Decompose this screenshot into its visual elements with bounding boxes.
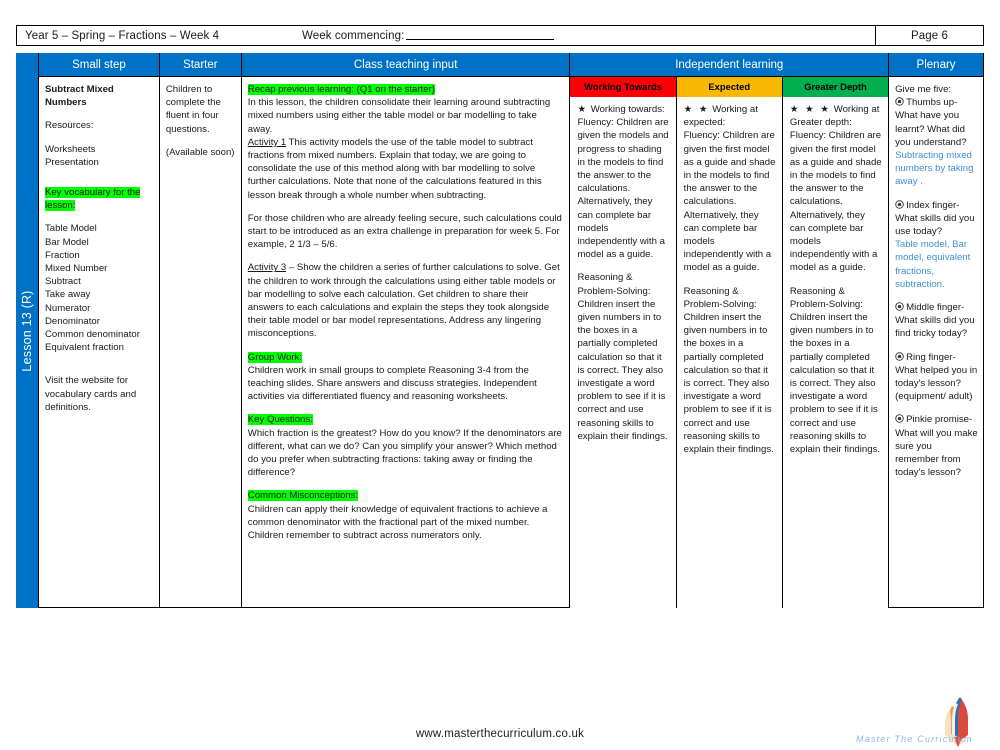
column-small-step: Small step Subtract Mixed Numbers Resour… <box>38 53 160 608</box>
activity-3-label: Activity 3 <box>247 262 287 274</box>
independent-expected: ★ ★ Working at expected: Fluency: Childr… <box>677 97 783 608</box>
plenary-answer: Table model, Bar model, equivalent fract… <box>895 239 971 290</box>
vocabulary-item: Common denominator <box>45 329 140 341</box>
brand-logo: Master The Curriculum <box>852 696 992 748</box>
independent-level-headers: Working Towards Expected Greater Depth <box>570 77 889 97</box>
week-commencing: Week commencing: <box>302 29 555 42</box>
vocabulary-item: Take away <box>45 289 91 301</box>
column-header-class-teaching-input: Class teaching input <box>241 53 570 77</box>
column-independent-learning: Independent learning Working Towards Exp… <box>570 53 890 608</box>
starter-text: Children to complete the fluent in four … <box>165 84 221 135</box>
working-towards-reasoning: Children insert the given numbers in to … <box>577 298 668 442</box>
working-towards-reasoning-heading: Reasoning & Problem-Solving: <box>577 272 651 297</box>
plenary-body: Give me five: Thumbs up- What have you l… <box>889 77 983 483</box>
expected-reasoning: Children insert the given numbers in to … <box>683 312 774 456</box>
document-meta-bar: Year 5 – Spring – Fractions – Week 4 Wee… <box>16 25 984 46</box>
level-header-working-towards: Working Towards <box>570 77 677 97</box>
lesson-plan-table: Lesson 13 (R) Small step Subtract Mixed … <box>16 53 984 608</box>
vocabulary-item: Numerator <box>45 302 91 314</box>
lesson-tab: Lesson 13 (R) <box>16 53 38 608</box>
key-vocabulary-heading: Key vocabulary for the lesson: <box>45 187 141 212</box>
greater-depth-reasoning-heading: Reasoning & Problem-Solving: <box>789 285 863 310</box>
lesson-plan-page: Year 5 – Spring – Fractions – Week 4 Wee… <box>0 0 1000 750</box>
vocabulary-item: Table Model <box>45 223 97 235</box>
greater-depth-fluency: Fluency: Children are given the first mo… <box>789 130 882 274</box>
hand-icon <box>895 351 904 361</box>
recap-heading: Recap previous learning: (Q1 on the star… <box>247 84 435 95</box>
column-plenary: Plenary Give me five: Thumbs up- What ha… <box>889 53 984 608</box>
level-header-greater-depth: Greater Depth <box>782 77 889 97</box>
hand-icon <box>895 414 904 424</box>
starter-availability: (Available soon) <box>165 146 235 158</box>
working-towards-heading: ★ Working towards: <box>577 104 665 115</box>
common-misconceptions-text: Children remember to subtract across num… <box>247 530 482 542</box>
small-step-footer-note: Visit the website for vocabulary cards a… <box>45 375 137 413</box>
key-questions-heading: Key Questions: <box>247 414 313 426</box>
plenary-item: Thumbs up- What have you learnt? What di… <box>895 97 967 148</box>
working-towards-fluency: Fluency: Children are given the models a… <box>577 117 669 261</box>
column-header-plenary: Plenary <box>889 53 983 77</box>
vocabulary-item: Equivalent fraction <box>45 342 124 354</box>
plenary-item: Middle finger- What skills did you find … <box>895 302 975 340</box>
independent-level-bodies: ★ Working towards: Fluency: Children are… <box>570 97 888 608</box>
star-icon: ★ ★ <box>683 104 710 115</box>
expected-heading: ★ ★ Working at expected: <box>683 104 758 129</box>
key-questions-text: Which fraction is the greatest? How do y… <box>247 427 562 479</box>
column-class-teaching-input: Class teaching input Recap previous lear… <box>241 53 571 608</box>
small-step-body: Subtract Mixed Numbers Resources: Worksh… <box>39 77 159 607</box>
level-header-expected: Expected <box>676 77 783 97</box>
plenary-item: Ring finger- What helped you in today's … <box>895 351 978 403</box>
plenary-item: Index finger- What skills did you use to… <box>895 199 975 238</box>
resources-label: Resources: <box>45 120 94 132</box>
star-icon: ★ <box>577 104 589 115</box>
page-number: Page 6 <box>875 26 983 45</box>
column-header-starter: Starter <box>159 53 241 77</box>
plenary-answer: Subtracting mixed numbers by taking away… <box>895 150 974 188</box>
activity-3-text: – Show the children a series of further … <box>247 262 560 340</box>
vocabulary-item: Subtract <box>45 276 81 288</box>
greater-depth-heading: ★ ★ ★ Working at Greater depth: <box>789 104 880 129</box>
expected-fluency: Fluency: Children are given the first mo… <box>683 130 776 274</box>
vocabulary-item: Fraction <box>45 249 80 261</box>
small-step-title: Subtract Mixed Numbers <box>45 84 114 109</box>
column-header-independent-learning: Independent learning <box>570 53 889 77</box>
vocabulary-item: Mixed Number <box>45 263 108 275</box>
logo-wordmark: Master The Curriculum <box>856 734 973 744</box>
starter-body: Children to complete the fluent in four … <box>160 77 241 607</box>
pencil-logo-icon: Master The Curriculum <box>856 697 973 747</box>
unit-title: Year 5 – Spring – Fractions – Week 4 <box>25 29 220 42</box>
group-work-text: Children work in small groups to complet… <box>247 364 537 403</box>
week-commencing-blank[interactable] <box>406 30 555 40</box>
activity-1-label: Activity 1 <box>247 136 287 148</box>
column-header-small-step: Small step <box>39 53 159 77</box>
activity-1-text: This activity models the use of the tabl… <box>247 136 542 201</box>
independent-working-towards: ★ Working towards: Fluency: Children are… <box>570 97 677 608</box>
column-starter: Starter Children to complete the fluent … <box>159 53 242 608</box>
resource-item: Worksheets <box>45 143 96 155</box>
hand-icon <box>895 302 904 311</box>
recap-text: In this lesson, the children consolidate… <box>247 97 551 135</box>
plenary-item: Pinkie promise- What will you make sure … <box>895 414 978 479</box>
plenary-intro: Give me five: <box>895 84 952 95</box>
vocabulary-item: Denominator <box>45 315 100 327</box>
greater-depth-reasoning: Children insert the given numbers in to … <box>789 312 881 456</box>
common-misconceptions-heading: Common Misconceptions: <box>247 490 359 502</box>
group-work-heading: Group Work: <box>247 351 302 363</box>
teaching-body: Recap previous learning: (Q1 on the star… <box>242 77 570 607</box>
expected-reasoning-heading: Reasoning & Problem-Solving: <box>683 285 757 310</box>
activity-1: Activity 1 This activity models the use … <box>248 136 564 202</box>
vocabulary-item: Bar Model <box>45 236 89 248</box>
hand-icon <box>895 97 904 106</box>
star-icon: ★ ★ ★ <box>789 104 832 115</box>
hand-icon <box>895 199 904 209</box>
resource-item: Presentation <box>45 156 99 168</box>
independent-greater-depth: ★ ★ ★ Working at Greater depth: Fluency:… <box>783 97 888 608</box>
week-commencing-label: Week commencing: <box>302 29 405 42</box>
common-misconceptions-text: Children can apply their knowledge of eq… <box>247 503 548 528</box>
lesson-tab-label: Lesson 13 (R) <box>20 289 34 372</box>
activity-3: Activity 3 – Show the children a series … <box>248 261 564 340</box>
footer-website-url[interactable]: www.masterthecurriculum.co.uk <box>0 728 1000 740</box>
secure-challenge-text: For those children who are already feeli… <box>247 212 562 251</box>
